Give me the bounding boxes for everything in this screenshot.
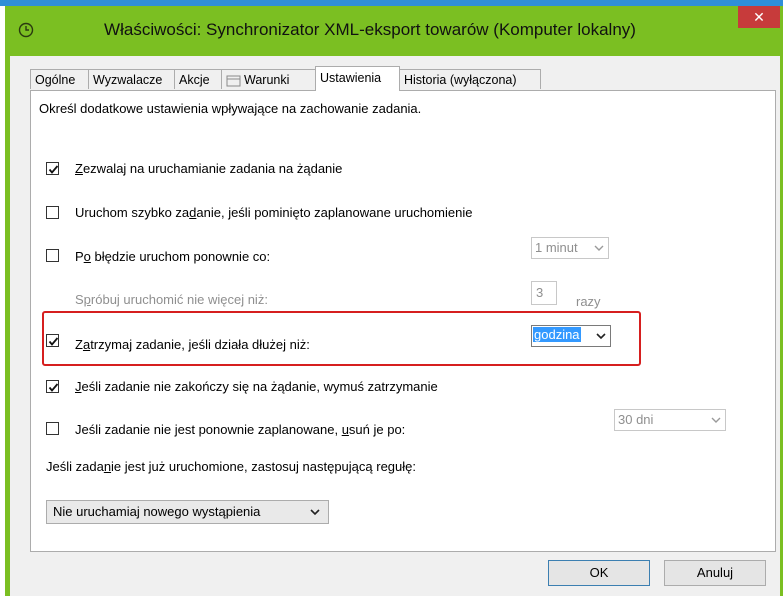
label-text: Uruchom szybko za [75,205,190,220]
chevron-down-icon [594,245,604,251]
window-title: Właściwości: Synchronizator XML-eksport … [104,20,636,39]
label-text: błędzie uruchom ponownie co: [90,249,271,264]
tab-history[interactable]: Historia (wyłączona) [399,69,541,89]
restart-attempts-input[interactable]: 3 [531,281,557,305]
scheduler-tab-icon [226,75,241,87]
accel-key: Z [75,161,83,176]
ok-button[interactable]: OK [548,560,650,586]
label-text: ie jest już uruchomione, zastosuj następ… [111,459,417,474]
tab-actions[interactable]: Akcje [174,69,222,89]
label-text: suń je po: [348,422,406,437]
intro-text: Określ dodatkowe ustawienia wpływające n… [39,101,422,116]
delete-after-label[interactable]: Jeśli zadanie nie jest ponownie zaplanow… [75,422,405,437]
force-stop-label[interactable]: Jeśli zadanie nie zakończy się na żądani… [75,379,438,394]
delete-after-checkbox[interactable] [46,422,59,435]
input-value: 3 [536,285,544,300]
delete-delay-select[interactable]: 30 dni [614,409,726,431]
attempts-unit-label: razy [576,294,601,309]
accel-key: n [103,459,112,474]
label-text: anie, jeśli pominięto zaplanowane urucho… [196,205,473,220]
close-icon: ✕ [753,9,765,25]
checkmark-icon [48,383,59,392]
label-text: Jeśli zadanie nie jest ponownie zaplanow… [75,422,342,437]
label-text: S [75,292,84,307]
run-asap-checkbox[interactable] [46,206,59,219]
accel-key: p [83,292,91,307]
chevron-down-icon [310,509,320,516]
accel-key: u [341,422,349,437]
tab-settings[interactable]: Ustawienia [315,66,400,91]
allow-on-demand-checkbox[interactable] [46,162,59,175]
cancel-button[interactable]: Anuluj [664,560,766,586]
instance-rule-select[interactable]: Nie uruchamiaj nowego wystąpienia [46,500,329,524]
label-text: ezwalaj na uruchamianie zadania na żądan… [82,161,343,176]
label-text: Jeśli zada [46,459,104,474]
tab-general[interactable]: Ogólne [30,69,89,89]
settings-panel: Określ dodatkowe ustawienia wpływające n… [30,90,776,552]
select-value: Nie uruchamiaj nowego wystąpienia [53,504,261,519]
run-asap-label[interactable]: Uruchom szybko zadanie, jeśli pominięto … [75,205,472,220]
restart-interval-select[interactable]: 1 minut [531,237,609,259]
tab-conditions[interactable]: Warunki [221,69,316,89]
label-text: P [75,249,84,264]
checkmark-icon [48,165,59,174]
properties-dialog: Właściwości: Synchronizator XML-eksport … [5,6,783,596]
close-button[interactable]: ✕ [738,6,780,28]
force-stop-checkbox[interactable] [46,380,59,393]
tab-triggers[interactable]: Wyzwalacze [88,69,175,89]
restart-on-fail-checkbox[interactable] [46,249,59,262]
select-value: 30 dni [618,412,654,427]
allow-on-demand-label[interactable]: Zezwalaj na uruchamianie zadania na żąda… [75,161,342,176]
label-text: róbuj uruchomić nie więcej niż: [90,292,268,307]
label-text: eśli zadanie nie zakończy się na żądanie… [81,379,438,394]
chevron-down-icon [711,417,721,423]
rule-label: Jeśli zadanie jest już uruchomione, zast… [46,459,416,474]
tab-conditions-label: Warunki [244,73,290,87]
accel-key: o [83,249,91,264]
highlight-frame [42,311,641,366]
select-value: 1 minut [535,240,578,255]
restart-attempts-label: Spróbuj uruchomić nie więcej niż: [75,292,268,307]
restart-on-fail-label[interactable]: Po błędzie uruchom ponownie co: [75,249,270,264]
title-bar[interactable]: Właściwości: Synchronizator XML-eksport … [10,6,780,56]
